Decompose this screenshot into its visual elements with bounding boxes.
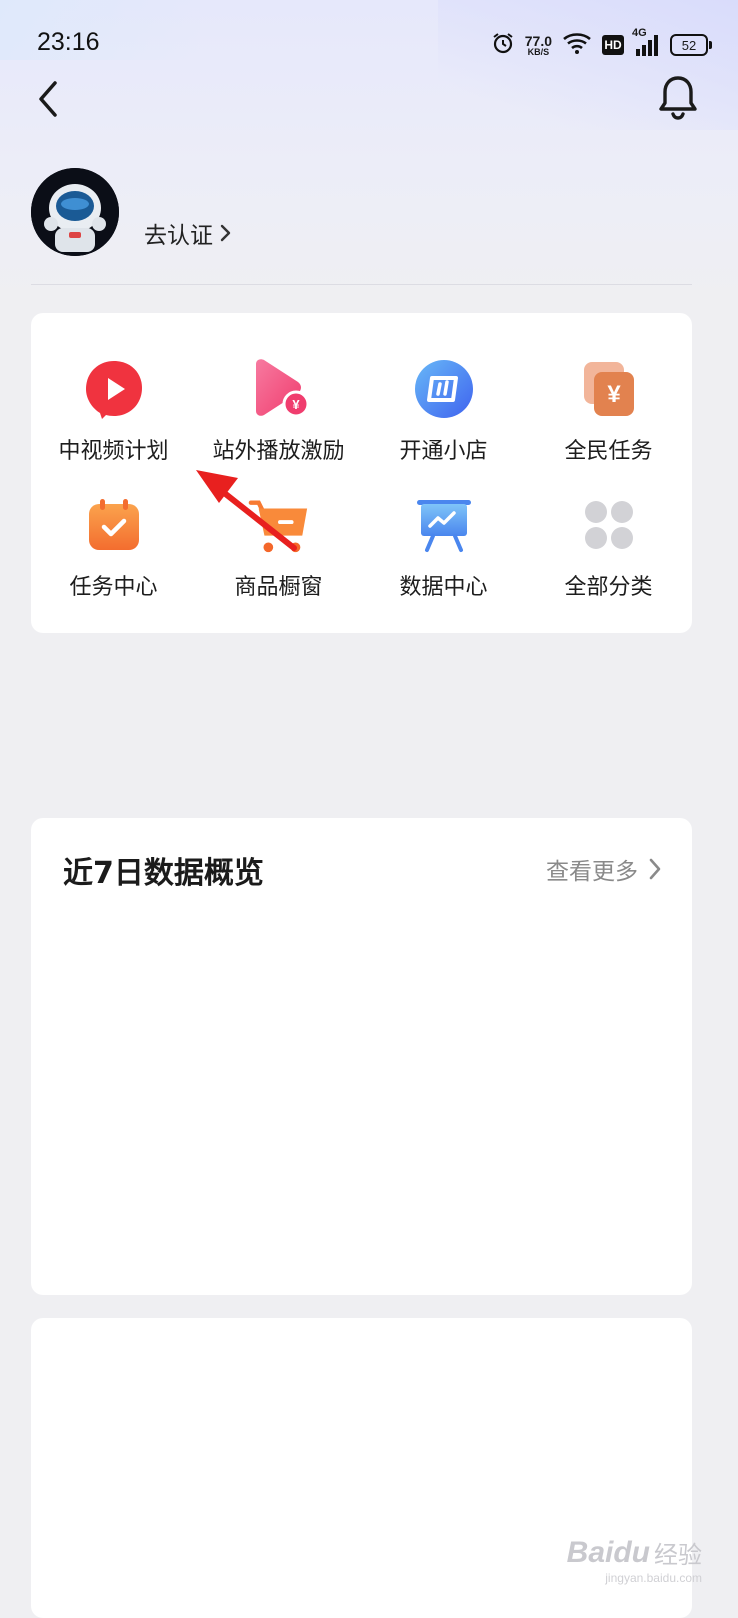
tool-label: 中视频计划: [58, 439, 169, 464]
network-type: 4G: [632, 27, 647, 39]
net-speed-unit: KB/S: [527, 46, 550, 57]
tools-card: 中视频计划 ¥ 站外播放激励 开通小店 ¥ 全民任务 任务中心 商品橱窗 数据中…: [31, 313, 692, 633]
tool-mid-video-plan[interactable]: 中视频计划: [31, 357, 196, 465]
svg-text:¥: ¥: [607, 381, 621, 408]
tool-label: 开通小店: [399, 439, 488, 464]
battery-level: 52: [681, 37, 697, 53]
tool-label: 全部分类: [564, 575, 653, 600]
chart-board-icon: [412, 493, 476, 557]
watermark-suffix: 经验: [654, 1542, 702, 1569]
bell-icon: [659, 76, 697, 120]
battery-icon: 52: [670, 34, 712, 56]
shop-icon: [412, 357, 476, 421]
tool-label: 任务中心: [69, 575, 158, 600]
notification-button[interactable]: [654, 72, 702, 124]
hd-badge: HD: [602, 35, 624, 55]
verify-link[interactable]: 去认证: [144, 216, 231, 250]
video-play-icon: [82, 357, 146, 421]
svg-text:¥: ¥: [292, 397, 300, 412]
watermark-brand: Baidu: [566, 1535, 650, 1569]
view-more-label: 查看更多: [546, 859, 638, 885]
alarm-icon: [491, 31, 515, 59]
wifi-icon: [562, 31, 592, 59]
overview-card: 近7日数据概览 查看更多: [31, 818, 692, 1295]
bottom-card: [31, 1318, 692, 1618]
status-bar: 23:16 77.0 KB/S HD 4G 52: [0, 0, 738, 90]
view-more-link[interactable]: 查看更多: [546, 852, 662, 886]
signal-icon: 4G: [632, 27, 660, 57]
back-button[interactable]: [26, 74, 70, 124]
tool-label: 商品橱窗: [234, 575, 323, 600]
tool-offsite-play-reward[interactable]: ¥ 站外播放激励: [196, 357, 361, 465]
tool-everyone-tasks[interactable]: ¥ 全民任务: [526, 357, 691, 465]
status-icons: 77.0 KB/S HD 4G 52: [491, 27, 712, 62]
tool-task-center[interactable]: 任务中心: [31, 493, 196, 601]
chevron-right-icon: [649, 858, 661, 880]
tool-product-showcase[interactable]: 商品橱窗: [196, 493, 361, 601]
watermark: Baidu 经验 jingyan.baidu.com: [566, 1535, 702, 1586]
net-speed-value: 77.0: [524, 32, 552, 49]
grid-icon: [577, 493, 641, 557]
tool-data-center[interactable]: 数据中心: [361, 493, 526, 601]
status-time: 23:16: [37, 28, 100, 56]
chevron-right-icon: [220, 224, 231, 242]
calendar-check-icon: [82, 493, 146, 557]
overview-title: 近7日数据概览: [63, 856, 264, 891]
chevron-left-icon: [39, 81, 57, 117]
verify-label: 去认证: [144, 223, 213, 249]
tool-label: 全民任务: [564, 439, 653, 464]
cart-icon: [247, 493, 311, 557]
tool-all-categories[interactable]: 全部分类: [526, 493, 691, 601]
watermark-site: jingyan.baidu.com: [605, 1571, 702, 1585]
tool-open-shop[interactable]: 开通小店: [361, 357, 526, 465]
divider: [31, 284, 692, 285]
coupon-icon: ¥: [577, 357, 641, 421]
net-speed: 77.0 KB/S: [525, 34, 552, 57]
tool-label: 数据中心: [399, 575, 488, 600]
avatar[interactable]: [31, 168, 119, 256]
tool-label: 站外播放激励: [212, 439, 345, 464]
play-reward-icon: ¥: [247, 357, 311, 421]
